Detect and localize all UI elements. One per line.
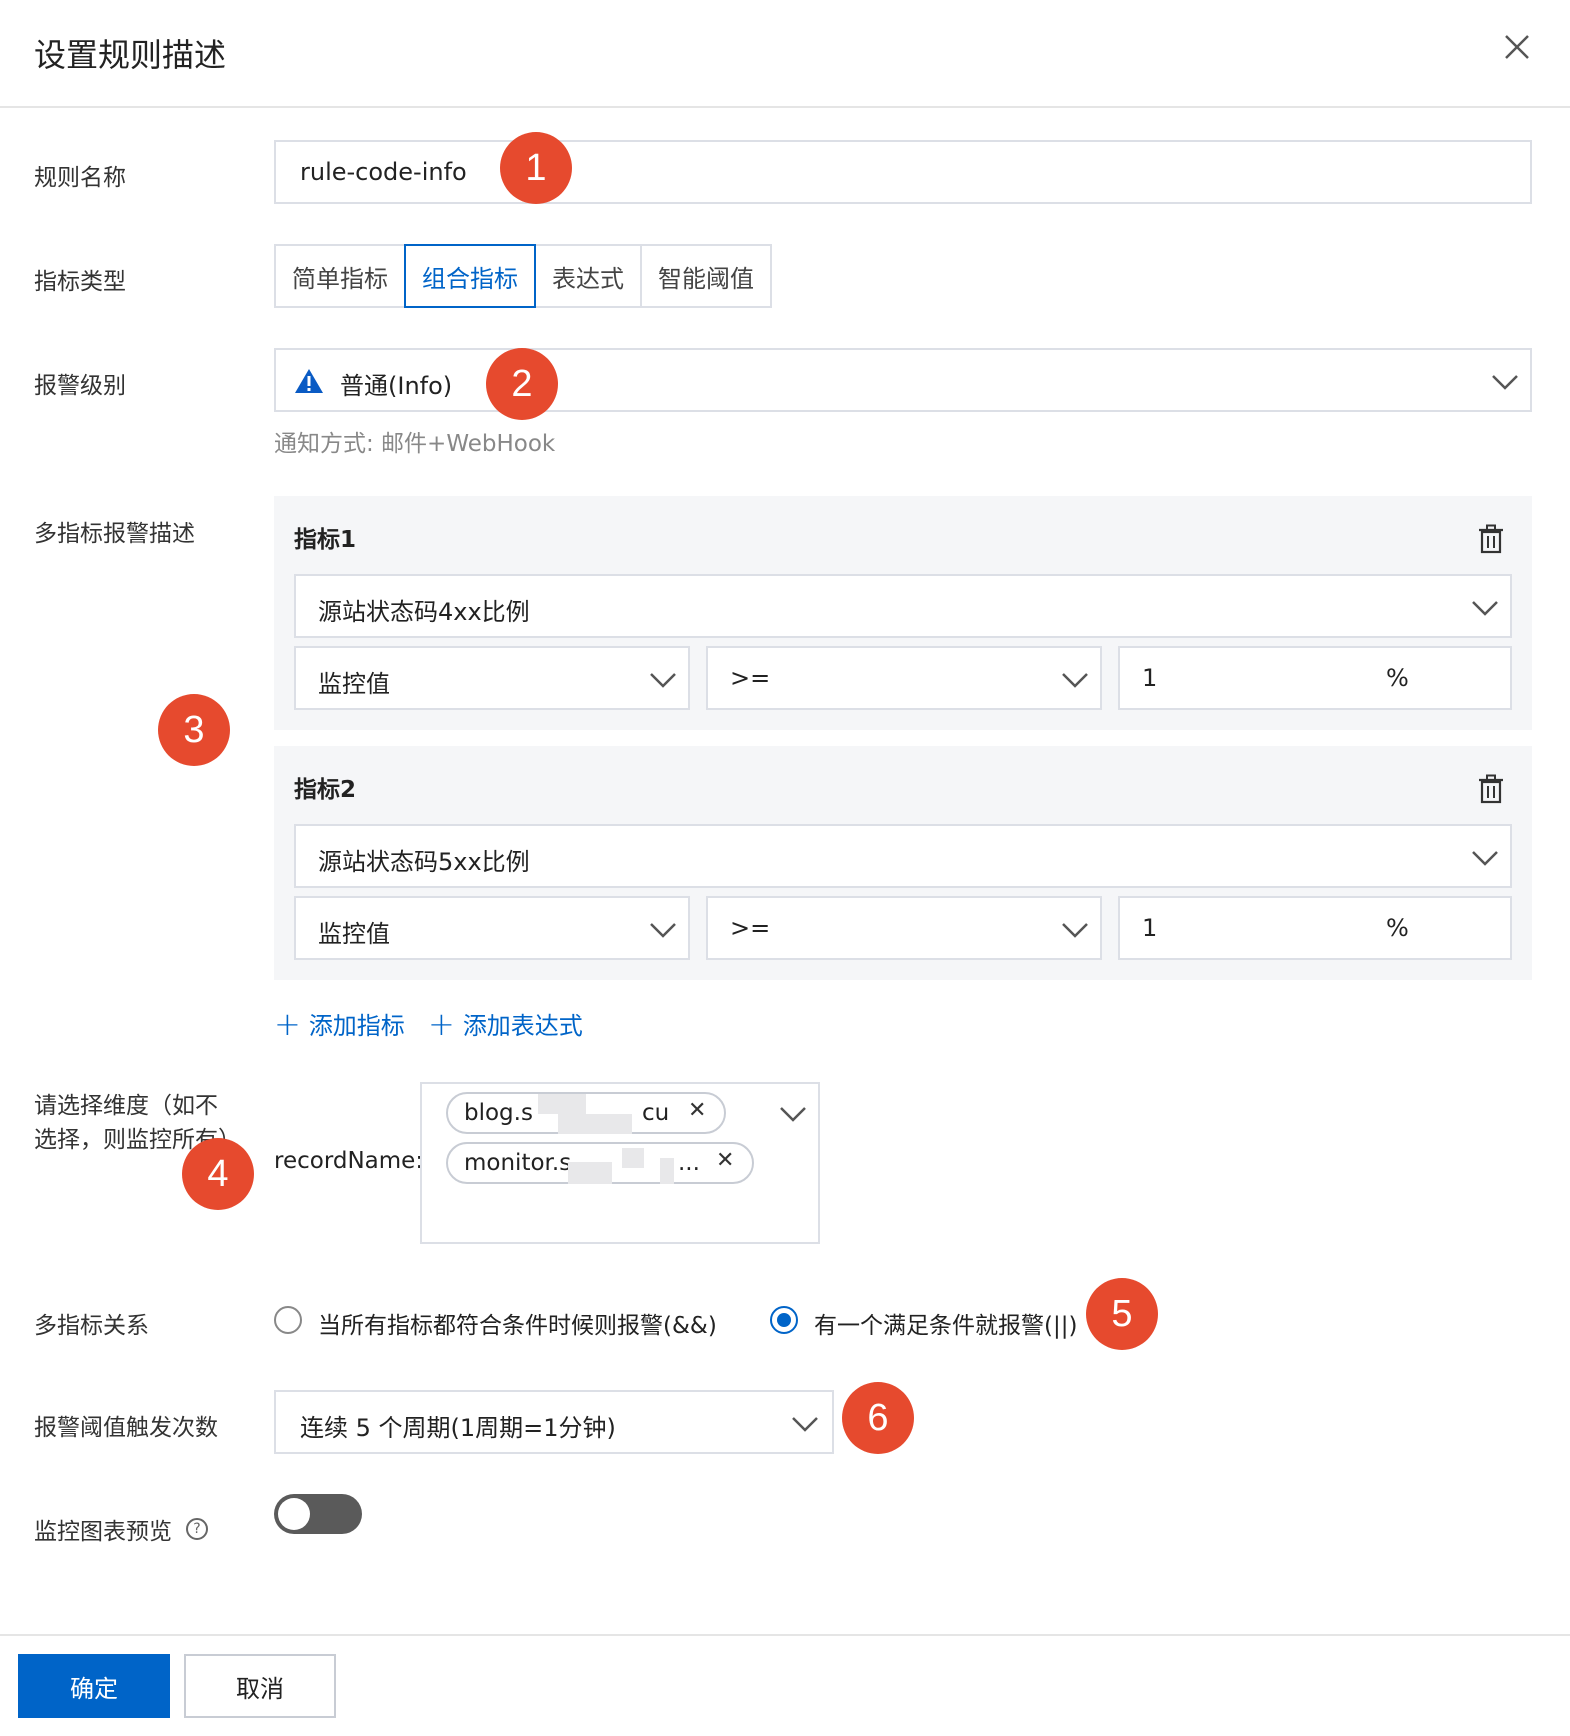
rule-name-value: rule-code-info <box>300 158 467 186</box>
radio-any-condition-label[interactable]: 有一个满足条件就报警(||) <box>814 1306 1077 1340</box>
rule-name-label: 规则名称 <box>34 165 126 191</box>
operator-value: >= <box>730 914 771 942</box>
chevron-down-icon <box>1472 601 1498 616</box>
dialog-header: 设置规则描述 <box>0 0 1570 108</box>
dimension-label-line1: 请选择维度（如不 <box>34 1093 218 1119</box>
tab-simple-metric[interactable]: 简单指标 <box>274 244 406 308</box>
chevron-down-icon <box>780 1107 806 1122</box>
threshold-input[interactable]: 1 % <box>1118 896 1512 960</box>
close-icon[interactable] <box>1500 30 1534 64</box>
chevron-down-icon <box>650 673 676 688</box>
chevron-down-icon <box>650 923 676 938</box>
annotation-badge-1: 1 <box>500 132 572 204</box>
trigger-label: 报警阈值触发次数 <box>34 1415 218 1441</box>
stat-select[interactable]: 监控值 <box>294 896 690 960</box>
chevron-down-icon <box>792 1417 818 1432</box>
radio-all-conditions-label[interactable]: 当所有指标都符合条件时候则报警(&&) <box>318 1306 717 1340</box>
metric-select[interactable]: 源站状态码5xx比例 <box>294 824 1512 888</box>
trash-icon[interactable] <box>1478 524 1504 554</box>
notify-method-hint: 通知方式: 邮件+WebHook <box>274 431 556 457</box>
redacted-mosaic <box>660 1158 674 1184</box>
confirm-button[interactable]: 确定 <box>18 1654 170 1718</box>
chevron-down-icon <box>1062 923 1088 938</box>
relation-label: 多指标关系 <box>34 1313 149 1339</box>
tab-smart-threshold[interactable]: 智能阈值 <box>640 244 772 308</box>
alert-level-label: 报警级别 <box>34 373 126 399</box>
metric-value: 源站状态码4xx比例 <box>318 598 530 626</box>
remove-tag-icon[interactable]: ✕ <box>688 1098 706 1123</box>
tag-prefix: blog.s <box>464 1100 533 1126</box>
redacted-mosaic <box>568 1162 612 1184</box>
dimension-tag: blog.s cu ✕ <box>446 1092 726 1134</box>
preview-toggle[interactable] <box>274 1494 362 1534</box>
metric-select[interactable]: 源站状态码4xx比例 <box>294 574 1512 638</box>
dimension-tag: monitor.s ... ✕ <box>446 1142 754 1184</box>
preview-label: 监控图表预览 <box>34 1519 172 1545</box>
trigger-value: 连续 5 个周期(1周期=1分钟) <box>300 1414 616 1442</box>
metric-card-2: 指标2 源站状态码5xx比例 监控值 >= 1 % <box>274 746 1532 980</box>
rule-name-input[interactable]: rule-code-info <box>274 140 1532 204</box>
operator-select[interactable]: >= <box>706 646 1102 710</box>
annotation-badge-2: 2 <box>486 348 558 420</box>
threshold-input[interactable]: 1 % <box>1118 646 1512 710</box>
remove-tag-icon[interactable]: ✕ <box>716 1148 734 1173</box>
radio-any-condition[interactable] <box>770 1306 798 1334</box>
threshold-unit: % <box>1386 914 1409 942</box>
tag-suffix: ... <box>678 1150 700 1176</box>
plus-icon: + <box>274 1004 301 1043</box>
plus-icon: + <box>428 1004 455 1043</box>
toggle-knob <box>278 1498 310 1530</box>
tag-suffix: cu <box>642 1100 670 1126</box>
threshold-value: 1 <box>1142 664 1158 692</box>
threshold-unit: % <box>1386 664 1409 692</box>
tag-prefix: monitor.s <box>464 1150 572 1176</box>
threshold-value: 1 <box>1142 914 1158 942</box>
operator-select[interactable]: >= <box>706 896 1102 960</box>
multi-metric-label: 多指标报警描述 <box>34 521 195 547</box>
add-expression-button[interactable]: + 添加表达式 <box>428 1006 583 1041</box>
dialog-title: 设置规则描述 <box>34 36 227 74</box>
metric-title: 指标2 <box>294 777 357 803</box>
warning-triangle-icon <box>295 369 323 393</box>
record-name-label: recordName: <box>274 1148 424 1174</box>
metric-title: 指标1 <box>294 527 357 553</box>
radio-all-conditions[interactable] <box>274 1306 302 1334</box>
metric-card-1: 指标1 源站状态码4xx比例 监控值 >= 1 % <box>274 496 1532 730</box>
tab-combined-metric[interactable]: 组合指标 <box>404 244 536 308</box>
tab-expression[interactable]: 表达式 <box>534 244 642 308</box>
stat-select[interactable]: 监控值 <box>294 646 690 710</box>
add-expression-label: 添加表达式 <box>462 1012 583 1040</box>
stat-value: 监控值 <box>318 920 390 948</box>
add-metric-button[interactable]: + 添加指标 <box>274 1006 405 1041</box>
chevron-down-icon <box>1472 851 1498 866</box>
stat-value: 监控值 <box>318 670 390 698</box>
chevron-down-icon <box>1492 375 1518 390</box>
operator-value: >= <box>730 664 771 692</box>
metric-type-segmented: 简单指标 组合指标 表达式 智能阈值 <box>274 244 772 308</box>
annotation-badge-3: 3 <box>158 694 230 766</box>
add-metric-label: 添加指标 <box>308 1012 405 1040</box>
alert-level-select[interactable]: 普通(Info) <box>274 348 1532 412</box>
metric-type-label: 指标类型 <box>34 269 126 295</box>
redacted-mosaic <box>622 1148 644 1168</box>
metric-value: 源站状态码5xx比例 <box>318 848 530 876</box>
cancel-button[interactable]: 取消 <box>184 1654 336 1718</box>
trash-icon[interactable] <box>1478 774 1504 804</box>
trigger-select[interactable]: 连续 5 个周期(1周期=1分钟) <box>274 1390 834 1454</box>
alert-level-value: 普通(Info) <box>340 372 453 400</box>
annotation-badge-5: 5 <box>1086 1278 1158 1350</box>
help-circle-icon[interactable]: ? <box>186 1518 208 1540</box>
annotation-badge-4: 4 <box>182 1138 254 1210</box>
redacted-mosaic <box>558 1114 632 1134</box>
annotation-badge-6: 6 <box>842 1382 914 1454</box>
redacted-mosaic <box>538 1094 586 1114</box>
chevron-down-icon <box>1062 673 1088 688</box>
